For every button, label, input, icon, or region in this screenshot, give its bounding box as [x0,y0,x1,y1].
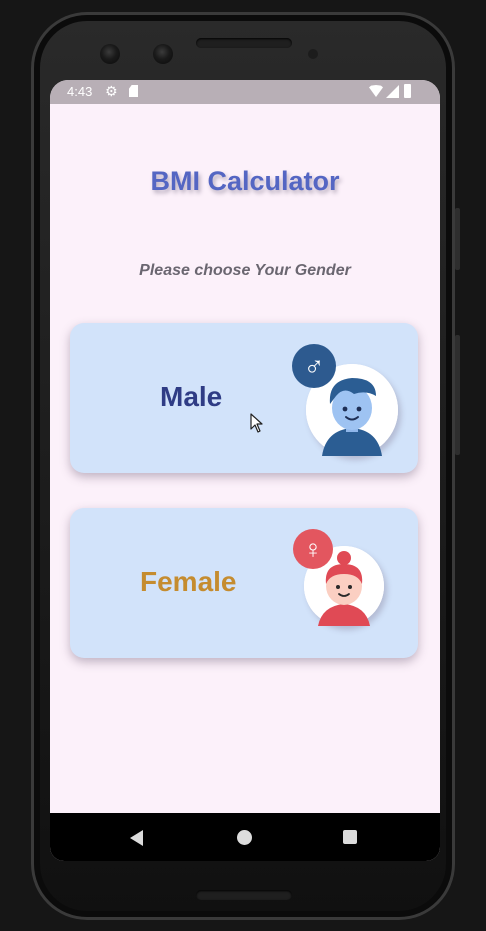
recents-icon[interactable] [343,830,357,844]
female-card-button[interactable]: Female ♀ [70,508,418,658]
front-camera-icon [100,44,120,64]
male-symbol-icon: ♂ [292,344,336,388]
battery-icon [404,84,411,98]
earpiece-speaker [196,38,292,48]
settings-icon: ⚙ [105,83,118,99]
page-subtitle: Please choose Your Gender [139,262,351,279]
power-button [455,335,460,455]
home-icon[interactable] [237,830,252,845]
sd-card-icon [129,85,138,97]
proximity-sensor [308,49,318,59]
front-camera-icon [153,44,173,64]
page-title: BMI Calculator [150,166,340,196]
status-time: 4:43 [67,84,93,99]
mouse-pointer-icon [250,413,263,433]
signal-icon [386,85,399,98]
app-screen: 4:43 ⚙ BMI Calculator Please choose Your… [50,80,440,861]
bottom-speaker [196,890,292,900]
female-symbol-icon: ♀ [293,529,333,569]
back-icon[interactable] [130,830,143,846]
status-bar: 4:43 ⚙ [50,80,440,104]
wifi-icon [369,85,383,97]
male-card-button[interactable]: Male ♂ [70,323,418,473]
male-label: Male [160,381,223,412]
female-label: Female [140,566,237,597]
system-navigation-bar [50,813,440,861]
volume-button [455,208,460,270]
